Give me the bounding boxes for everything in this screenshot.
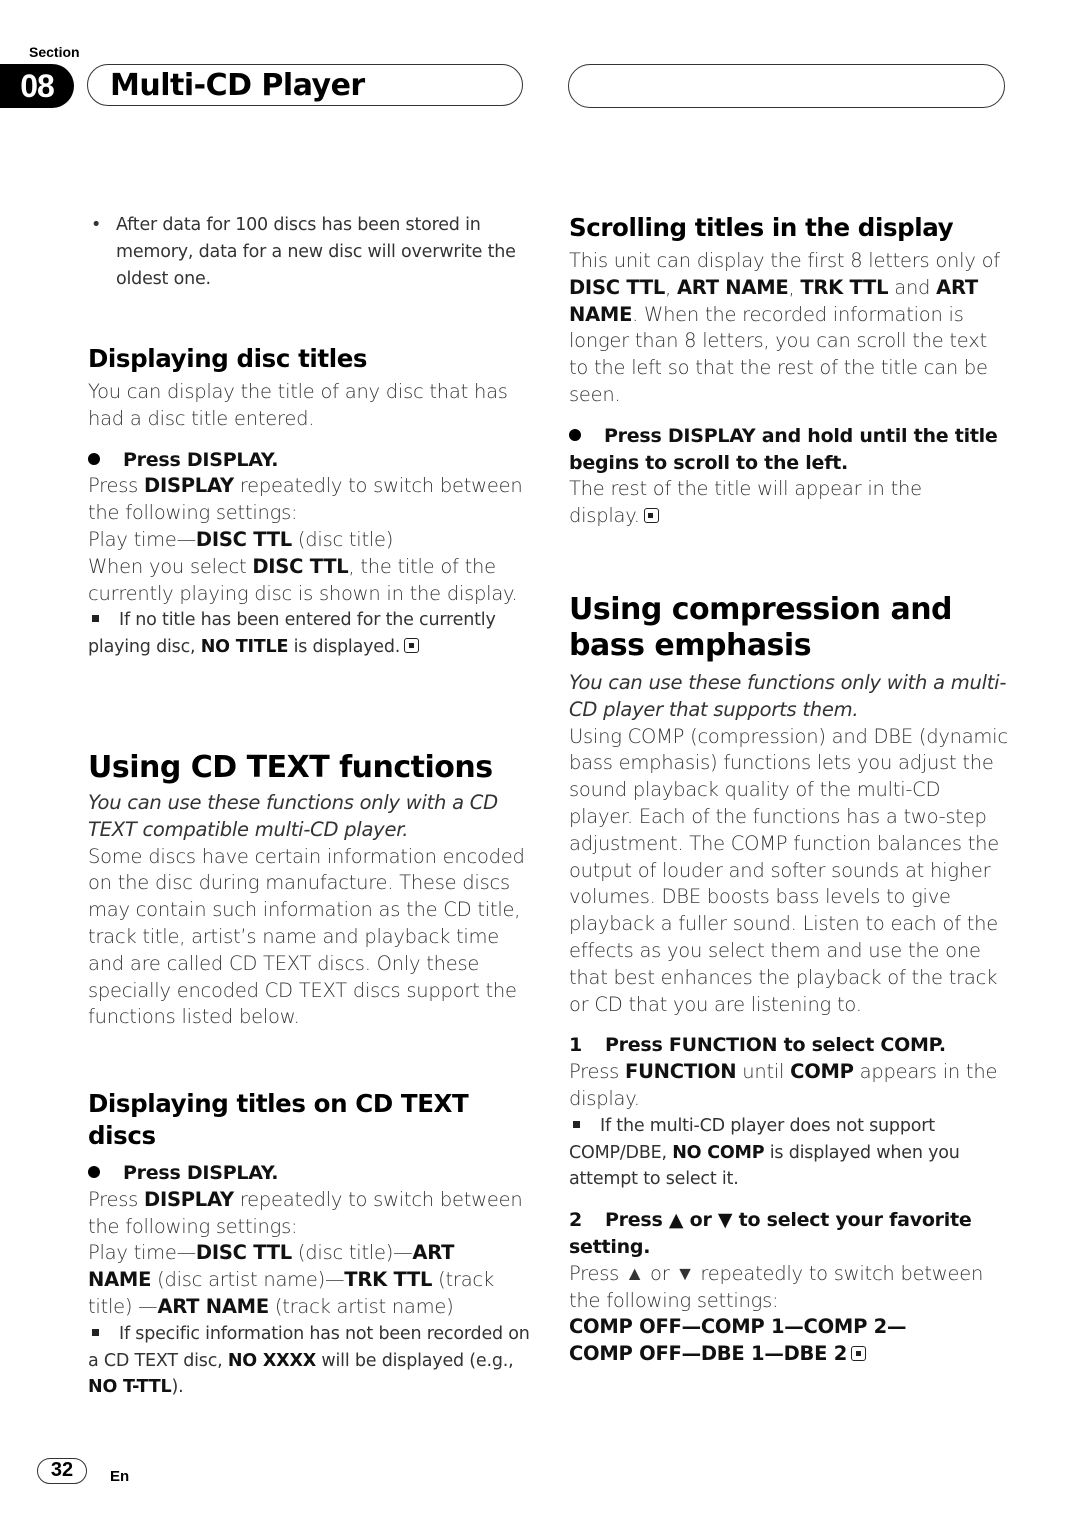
disc-titles-note: If no title has been entered for the cur… (88, 610, 496, 658)
note-square-icon (92, 615, 99, 623)
section-compression: Using compression and bass emphasis You … (569, 592, 1009, 1368)
note-square-icon (92, 1328, 99, 1336)
cd-text-body: Some discs have certain information enco… (88, 844, 525, 1029)
step-bullet-icon (569, 428, 581, 441)
disc-titles-description: When you select DISC TTL, the title of t… (88, 554, 518, 605)
section-number-badge: 08 (0, 64, 74, 108)
step-bullet-icon (88, 452, 100, 465)
end-of-section-icon (851, 1346, 867, 1362)
disc-titles-step: Press DISPLAY. (88, 447, 528, 474)
compression-step-1-detail: Press FUNCTION until COMP appears in the… (569, 1060, 998, 1110)
cd-text-titles-step: Press DISPLAY. (88, 1160, 533, 1187)
step-bullet-icon (88, 1166, 100, 1178)
cd-text-titles-instructions: Press DISPLAY repeatedly to switch betwe… (88, 1187, 523, 1238)
end-of-section-icon (643, 508, 659, 524)
scrolling-result: The rest of the title will appear in the… (569, 477, 922, 528)
disc-titles-sequence: Play time—DISC TTL (disc title) (88, 527, 394, 551)
chapter-title: Multi-CD Player (110, 68, 365, 103)
note-square-icon (573, 1120, 580, 1128)
cd-text-titles-sequence: Play time—DISC TTL (disc title)—ART NAME… (88, 1241, 494, 1318)
compression-requirement: You can use these functions only with a … (569, 671, 1007, 721)
heading-displaying-disc-titles: Displaying disc titles (88, 344, 368, 373)
step-number: 2 (569, 1209, 582, 1232)
scrolling-step: Press DISPLAY and hold until the title b… (569, 424, 998, 474)
section-cd-text-titles: Displaying titles on CD TEXT discs Press… (88, 1088, 533, 1401)
section-label: Section (29, 44, 80, 60)
compression-step-1-note: If the multi-CD player does not support … (569, 1115, 960, 1190)
cd-text-titles-note: If specific information has not been rec… (88, 1323, 530, 1398)
section-displaying-disc-titles: Displaying disc titles You can display t… (88, 343, 528, 661)
compression-step-2: 2 Press ▲ or ▼ to select your favorite se… (569, 1209, 972, 1258)
section-scrolling-titles: Scrolling titles in the display This uni… (569, 212, 1009, 530)
language-label: En (110, 1468, 130, 1485)
compression-step-2-detail: Press ▲ or ▼ repeatedly to switch betwee… (569, 1261, 984, 1312)
empty-header-frame (568, 64, 1005, 108)
compression-step-1: 1 Press FUNCTION to select COMP. (569, 1032, 1009, 1059)
cd-text-requirement: You can use these functions only with a … (88, 791, 498, 841)
page-number: 32 (37, 1458, 87, 1484)
scrolling-description: This unit can display the first 8 letter… (569, 249, 1000, 406)
bullet-icon: • (91, 215, 102, 235)
compression-body: Using COMP (compression) and DBE (dynami… (569, 724, 1008, 1016)
disc-titles-instructions: Press DISPLAY repeatedly to switch betwe… (88, 474, 523, 525)
heading-cd-text-titles: Displaying titles on CD TEXT discs (88, 1089, 469, 1150)
step-number: 1 (569, 1034, 582, 1057)
section-cd-text-functions: Using CD TEXT functions You can use thes… (88, 750, 528, 1031)
intro-note: • After data for 100 discs has been stor… (88, 212, 528, 292)
compression-settings-line-2: COMP OFF—DBE 1—DBE 2 (569, 1341, 1009, 1368)
disc-titles-intro: You can display the title of any disc th… (88, 380, 508, 430)
heading-using-cd-text: Using CD TEXT functions (88, 750, 493, 785)
intro-bullet-text: After data for 100 discs has been stored… (116, 215, 516, 289)
end-of-section-icon (404, 638, 420, 654)
heading-compression-bass: Using compression and bass emphasis (569, 592, 953, 663)
compression-settings-line-1: COMP OFF—COMP 1—COMP 2— (569, 1315, 907, 1339)
heading-scrolling-titles: Scrolling titles in the display (569, 213, 954, 242)
